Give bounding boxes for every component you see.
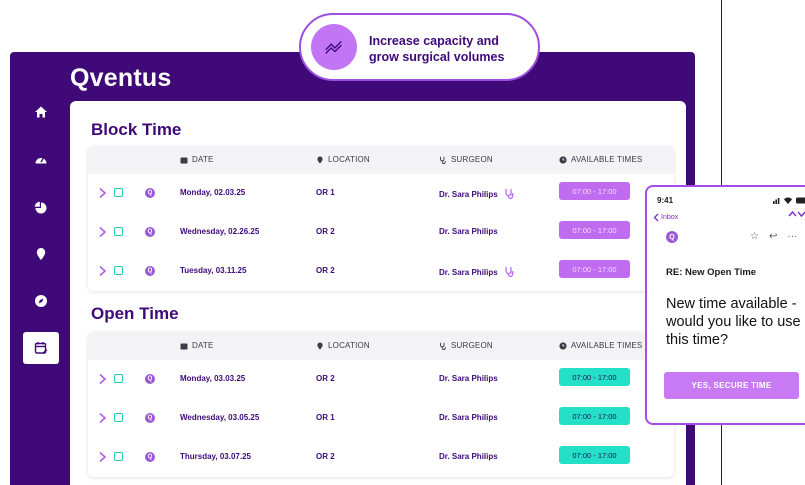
- reply-icon[interactable]: ↩: [769, 231, 777, 242]
- row-surgeon: Dr. Sara Philips: [439, 413, 498, 422]
- time-slot-badge[interactable]: 07:00 - 17:00: [559, 446, 630, 464]
- star-icon[interactable]: ☆: [750, 231, 759, 242]
- time-slot-badge[interactable]: 07:00 - 17:00: [559, 368, 630, 386]
- row-location: OR 2: [316, 227, 335, 236]
- row-surgeon: Dr. Sara Philips: [439, 374, 498, 383]
- email-actions: ☆ ↩ ···: [750, 231, 797, 242]
- table-row[interactable]: Q Wednesday, 03.05.25 OR 1 Dr. Sara Phil…: [88, 399, 674, 438]
- column-date: DATE: [180, 155, 214, 164]
- sender-avatar: Q: [666, 231, 678, 243]
- row-date: Monday, 03.03.25: [180, 374, 246, 383]
- row-checkbox[interactable]: [114, 188, 123, 197]
- row-location: OR 2: [316, 374, 335, 383]
- chevron-right-icon[interactable]: [98, 412, 107, 424]
- pie-chart-icon[interactable]: [34, 201, 48, 215]
- q-badge-icon: Q: [145, 188, 155, 198]
- stage: Qventus Block Time DATE LOCATION SURGEON…: [0, 0, 805, 485]
- stethoscope-icon: [505, 267, 514, 278]
- email-subject: RE: New Open Time: [666, 267, 757, 278]
- stethoscope-icon: [505, 189, 514, 200]
- trend-up-icon: [311, 24, 357, 70]
- open-time-title: Open Time: [91, 304, 179, 323]
- chevron-right-icon[interactable]: [98, 265, 107, 277]
- row-location: OR 1: [316, 188, 335, 197]
- chevron-up-down-icon[interactable]: [788, 209, 805, 219]
- phone-email-preview: 9:41 Inbox Q ☆ ↩ ··· RE: New Open Time N…: [645, 185, 805, 425]
- chevron-left-icon: [653, 213, 659, 222]
- table-header: DATE LOCATION SURGEON AVAILABLE TIMES: [88, 146, 674, 174]
- time-slot-badge[interactable]: 07:00 - 17:00: [559, 182, 630, 200]
- calendar-icon: [180, 343, 188, 349]
- row-checkbox[interactable]: [114, 452, 123, 461]
- column-surgeon: SURGEON: [439, 155, 493, 164]
- status-bar-icons: [773, 196, 805, 206]
- chevron-right-icon[interactable]: [98, 373, 107, 385]
- inbox-back-link[interactable]: Inbox: [653, 213, 678, 222]
- compass-icon[interactable]: [34, 294, 48, 308]
- q-badge-icon: Q: [145, 413, 155, 423]
- table-row[interactable]: Q Tuesday, 03.11.25 OR 2 Dr. Sara Philip…: [88, 252, 674, 291]
- row-date: Wednesday, 02.26.25: [180, 227, 260, 236]
- email-body: New time available - would you like to u…: [666, 296, 801, 348]
- stethoscope-icon: [440, 342, 446, 350]
- table-row[interactable]: Q Thursday, 03.07.25 OR 2 Dr. Sara Phili…: [88, 438, 674, 477]
- clock-icon: [559, 341, 567, 350]
- column-location: LOCATION: [316, 155, 370, 164]
- table-row[interactable]: Q Monday, 03.03.25 OR 2 Dr. Sara Philips…: [88, 360, 674, 399]
- q-badge-icon: Q: [145, 227, 155, 237]
- row-date: Wednesday, 03.05.25: [180, 413, 260, 422]
- column-surgeon: SURGEON: [439, 341, 493, 350]
- brand-logo: Qventus: [70, 64, 172, 92]
- row-location: OR 2: [316, 452, 335, 461]
- row-date: Thursday, 03.07.25: [180, 452, 251, 461]
- column-available-times: AVAILABLE TIMES: [559, 155, 642, 164]
- row-date: Tuesday, 03.11.25: [180, 266, 247, 275]
- location-pin-icon[interactable]: [34, 247, 48, 261]
- table-header: DATE LOCATION SURGEON AVAILABLE TIMES: [88, 332, 674, 360]
- row-location: OR 1: [316, 413, 335, 422]
- row-checkbox[interactable]: [114, 413, 123, 422]
- q-badge-icon: Q: [145, 374, 155, 384]
- table-row[interactable]: Q Monday, 02.03.25 OR 1 Dr. Sara Philips…: [88, 174, 674, 213]
- row-date: Monday, 02.03.25: [180, 188, 246, 197]
- secure-time-button[interactable]: YES, SECURE TIME: [664, 372, 799, 399]
- row-surgeon: Dr. Sara Philips: [439, 452, 498, 461]
- time-slot-badge[interactable]: 07:00 - 17:00: [559, 221, 630, 239]
- location-pin-icon: [317, 342, 323, 349]
- clock-icon: [559, 155, 567, 164]
- row-checkbox[interactable]: [114, 266, 123, 275]
- block-time-title: Block Time: [91, 120, 182, 139]
- open-time-table: DATE LOCATION SURGEON AVAILABLE TIMES Q …: [88, 332, 674, 477]
- time-slot-badge[interactable]: 07:00 - 17:00: [559, 407, 630, 425]
- column-available-times: AVAILABLE TIMES: [559, 341, 642, 350]
- table-row[interactable]: Q Wednesday, 02.26.25 OR 2 Dr. Sara Phil…: [88, 213, 674, 252]
- row-surgeon: Dr. Sara Philips: [439, 266, 516, 278]
- row-location: OR 2: [316, 266, 335, 275]
- time-slot-badge[interactable]: 07:00 - 17:00: [559, 260, 630, 278]
- chevron-right-icon[interactable]: [98, 451, 107, 463]
- more-icon[interactable]: ···: [787, 231, 797, 242]
- row-surgeon: Dr. Sara Philips: [439, 227, 498, 236]
- block-time-table: DATE LOCATION SURGEON AVAILABLE TIMES Q …: [88, 146, 674, 291]
- chevron-right-icon[interactable]: [98, 226, 107, 238]
- row-checkbox[interactable]: [114, 374, 123, 383]
- phone-clock: 9:41: [657, 196, 674, 205]
- q-badge-icon: Q: [145, 452, 155, 462]
- stethoscope-icon: [440, 156, 446, 164]
- calendar-icon: [180, 157, 188, 163]
- location-pin-icon: [317, 156, 323, 163]
- q-badge-icon: Q: [145, 266, 155, 276]
- callout-pill: Increase capacity and grow surgical volu…: [299, 13, 540, 81]
- home-icon[interactable]: [34, 105, 48, 119]
- column-location: LOCATION: [316, 341, 370, 350]
- row-surgeon: Dr. Sara Philips: [439, 188, 516, 200]
- chevron-right-icon[interactable]: [98, 187, 107, 199]
- dashboard-icon[interactable]: [34, 153, 48, 167]
- callout-text: Increase capacity and grow surgical volu…: [369, 34, 505, 64]
- column-date: DATE: [180, 341, 214, 350]
- row-checkbox[interactable]: [114, 227, 123, 236]
- calendar-edit-icon[interactable]: [34, 341, 48, 355]
